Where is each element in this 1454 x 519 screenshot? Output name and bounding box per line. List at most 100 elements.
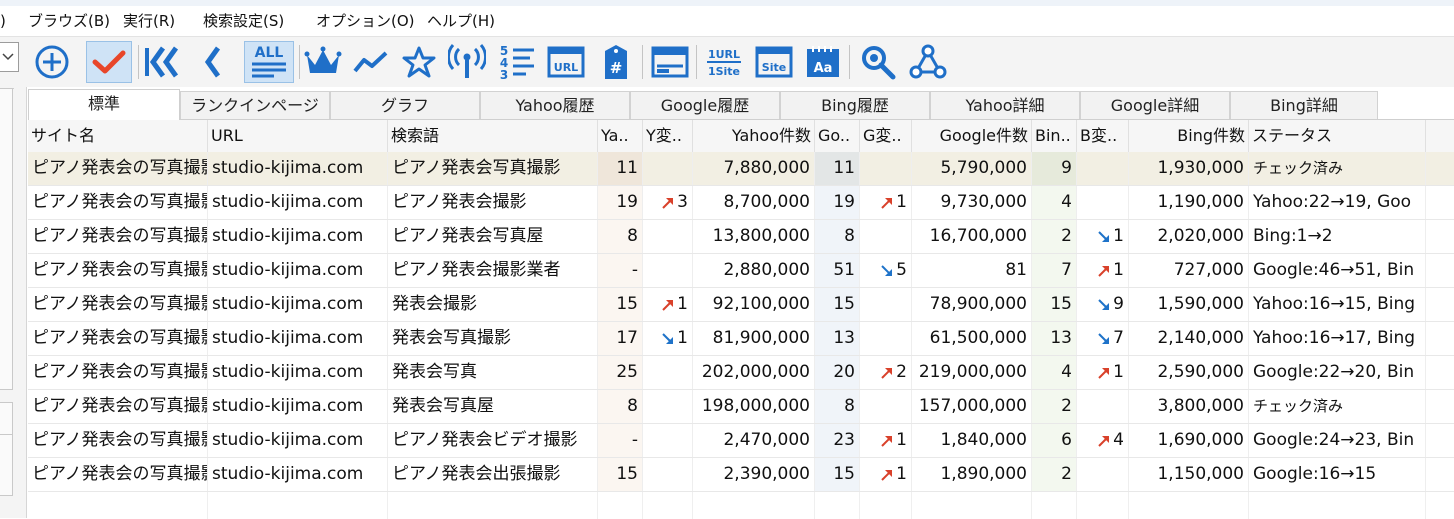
cell-url: studio-kijima.com bbox=[208, 322, 388, 355]
cell-site: ピアノ発表会の写真撮影 bbox=[28, 458, 208, 491]
column-header-kw[interactable]: 検索語 bbox=[388, 120, 598, 152]
cell-bcnt: 1,150,000 bbox=[1129, 458, 1249, 491]
rank-change: 4 bbox=[1081, 424, 1124, 457]
cell-kw: 発表会写真屋 bbox=[388, 390, 598, 423]
tab-yahoo-detail[interactable]: Yahoo詳細 bbox=[930, 91, 1080, 119]
table-row[interactable]: ピアノ発表会の写真撮影 studio-kijima.com 発表会撮影 15 1 92,1… bbox=[28, 288, 1454, 322]
aa-label: Aa bbox=[814, 61, 833, 76]
rank-order-button[interactable]: 5 4 3 bbox=[497, 41, 537, 83]
column-header-ycnt[interactable]: Yahoo件数 bbox=[693, 120, 815, 152]
favorite-button[interactable] bbox=[399, 41, 439, 83]
table-row[interactable]: ピアノ発表会の写真撮影 studio-kijima.com 発表会写真 25 202,0… bbox=[28, 356, 1454, 390]
cell-ya: 8 bbox=[598, 220, 643, 253]
cell-kw: ピアノ発表会撮影 bbox=[388, 186, 598, 219]
site-tree-panel[interactable] bbox=[0, 88, 13, 390]
column-header-gcnt[interactable]: Google件数 bbox=[912, 120, 1032, 152]
one-url-site-button[interactable]: 1URL 1Site bbox=[704, 41, 744, 83]
rank-change-value: 1 bbox=[677, 294, 688, 314]
font-button[interactable]: Aa bbox=[803, 41, 843, 83]
share-button[interactable] bbox=[908, 41, 948, 83]
cell-go: 20 bbox=[815, 356, 860, 389]
broadcast-button[interactable] bbox=[447, 41, 487, 83]
graph-button[interactable] bbox=[351, 41, 391, 83]
check-button[interactable] bbox=[86, 41, 132, 83]
cell-go: 51 bbox=[815, 254, 860, 287]
menu-search-settings[interactable]: 検索設定(S) bbox=[203, 6, 284, 36]
menu-item-partial[interactable]: ) bbox=[0, 6, 6, 36]
rank-change-value: 1 bbox=[1113, 260, 1124, 280]
tab-bing-detail[interactable]: Bing詳細 bbox=[1230, 91, 1378, 119]
cell-gcnt: 1,840,000 bbox=[912, 424, 1032, 457]
tab-google-history[interactable]: Google履歴 bbox=[630, 91, 780, 119]
first-button[interactable] bbox=[142, 41, 182, 83]
column-header-url[interactable]: URL bbox=[208, 120, 388, 152]
table-row[interactable]: ピアノ発表会の写真撮影 studio-kijima.com ピアノ発表会撮影業者 - 2… bbox=[28, 254, 1454, 288]
hashtag-tag-icon: # bbox=[605, 45, 627, 79]
cell-bi: 7 bbox=[1032, 254, 1077, 287]
all-list-icon: ALL bbox=[252, 45, 286, 78]
layout-button[interactable] bbox=[650, 41, 690, 83]
column-header-status[interactable]: ステータス bbox=[1249, 120, 1426, 152]
cell-site: ピアノ発表会の写真撮影 bbox=[28, 254, 208, 287]
site-button[interactable]: Site bbox=[754, 41, 794, 83]
table-row[interactable]: ピアノ発表会の写真撮影 studio-kijima.com 発表会写真屋 8 198,0… bbox=[28, 390, 1454, 424]
column-header-gch[interactable]: G変.. bbox=[860, 120, 912, 152]
all-button[interactable]: ALL bbox=[244, 41, 294, 83]
tab-rank-in-page[interactable]: ランクインページ bbox=[180, 91, 330, 119]
cell-ya: 19 bbox=[598, 186, 643, 219]
table-row[interactable]: ピアノ発表会の写真撮影 studio-kijima.com ピアノ発表会写真撮影 11… bbox=[28, 152, 1454, 186]
cell-ya: 17 bbox=[598, 322, 643, 355]
column-header-go[interactable]: Go.. bbox=[815, 120, 860, 152]
cell-status: Yahoo:16→17, Bing bbox=[1249, 322, 1426, 355]
tab-yahoo-history[interactable]: Yahoo履歴 bbox=[480, 91, 630, 119]
menu-help[interactable]: ヘルプ(H) bbox=[427, 6, 495, 36]
cell-site: ピアノ発表会の写真撮影 bbox=[28, 390, 208, 423]
column-header-bi[interactable]: Bin.. bbox=[1032, 120, 1077, 152]
tab-graph[interactable]: グラフ bbox=[330, 91, 480, 119]
cell-ycnt: 7,880,000 bbox=[693, 152, 815, 185]
cell-kw: ピアノ発表会出張撮影 bbox=[388, 458, 598, 491]
tab-google-detail[interactable]: Google詳細 bbox=[1080, 91, 1230, 119]
column-header-bch[interactable]: B変.. bbox=[1077, 120, 1129, 152]
table-row[interactable]: ピアノ発表会の写真撮影 studio-kijima.com ピアノ発表会撮影 19 3 8… bbox=[28, 186, 1454, 220]
table-row[interactable]: ピアノ発表会の写真撮影 studio-kijima.com ピアノ発表会出張撮影 15… bbox=[28, 458, 1454, 492]
rank-change-value: 4 bbox=[1113, 430, 1124, 450]
menu-options[interactable]: オプション(O) bbox=[316, 6, 415, 36]
previous-button[interactable] bbox=[192, 41, 232, 83]
url-button[interactable]: URL bbox=[546, 41, 586, 83]
rank-change: 2 bbox=[864, 356, 907, 389]
one-url-site-icon: 1URL 1Site bbox=[707, 48, 741, 78]
ranking-button[interactable] bbox=[303, 41, 343, 83]
table-row[interactable]: ピアノ発表会の写真撮影 studio-kijima.com ピアノ発表会写真屋 8 13… bbox=[28, 220, 1454, 254]
table-row[interactable]: ピアノ発表会の写真撮影 studio-kijima.com 発表会写真撮影 17 1 81… bbox=[28, 322, 1454, 356]
cell-gcnt: 157,000,000 bbox=[912, 390, 1032, 423]
column-gridline bbox=[642, 492, 643, 519]
left-panel-box bbox=[0, 434, 13, 496]
rank-change-cell: 1 bbox=[1077, 254, 1129, 287]
rank-change-cell bbox=[643, 390, 693, 423]
url-window-icon: URL bbox=[547, 46, 585, 78]
window-layout-icon bbox=[651, 46, 689, 78]
search-button[interactable] bbox=[858, 41, 898, 83]
column-header-ya[interactable]: Ya.. bbox=[598, 120, 643, 152]
menu-browse[interactable]: ブラウズ(B) bbox=[28, 6, 110, 36]
site-selector-dropdown[interactable] bbox=[0, 42, 19, 72]
cell-kw: ピアノ発表会ビデオ撮影 bbox=[388, 424, 598, 457]
column-header-bcnt[interactable]: Bing件数 bbox=[1129, 120, 1249, 152]
tab-standard[interactable]: 標準 bbox=[28, 89, 180, 120]
menu-run[interactable]: 実行(R) bbox=[123, 6, 175, 36]
cell-bi: 15 bbox=[1032, 288, 1077, 321]
site-window-icon: Site bbox=[755, 46, 793, 78]
tab-bing-history[interactable]: Bing履歴 bbox=[780, 91, 930, 119]
rank-change-cell: 1 bbox=[1077, 356, 1129, 389]
hashtag-button[interactable]: # bbox=[596, 41, 636, 83]
cell-kw: ピアノ発表会写真撮影 bbox=[388, 152, 598, 185]
rank-change: 5 bbox=[864, 254, 907, 287]
column-header-site[interactable]: サイト名 bbox=[28, 120, 208, 152]
rank-change: 1 bbox=[864, 424, 907, 457]
add-button[interactable] bbox=[32, 41, 72, 83]
column-header-ych[interactable]: Y変.. bbox=[643, 120, 693, 152]
left-panel-button[interactable] bbox=[0, 402, 13, 436]
table-row[interactable]: ピアノ発表会の写真撮影 studio-kijima.com ピアノ発表会ビデオ撮影 -… bbox=[28, 424, 1454, 458]
cell-bcnt: 2,590,000 bbox=[1129, 356, 1249, 389]
